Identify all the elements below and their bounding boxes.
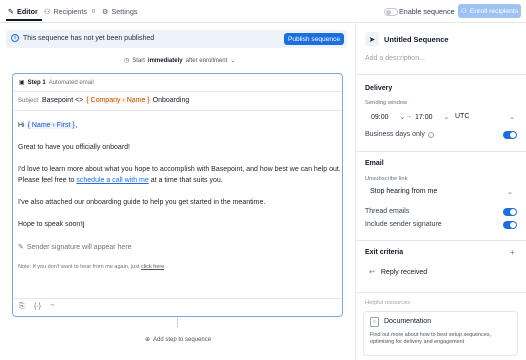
unsubscribe-note: Note: If you don't want to hear from me … (18, 264, 166, 270)
timezone-select[interactable]: UTC ⌄ (455, 113, 517, 121)
enable-sequence-toggle[interactable] (384, 8, 398, 16)
documentation-title: Documentation (384, 318, 432, 325)
signature-placeholder: ✎ Sender signature will appear here (18, 243, 132, 252)
body-line-1: Great to have you officially onboard! (18, 144, 130, 151)
body-line-4: Hope to speak soon! (18, 221, 83, 228)
window-start-select[interactable]: 09:00 ⌄ (371, 113, 405, 121)
thread-emails-toggle[interactable] (503, 208, 517, 216)
send-icon: ➤ (365, 32, 379, 46)
chevron-down-icon: ⌄ (230, 58, 236, 64)
enroll-recipients-button[interactable]: ⚇ Enroll recipients (458, 4, 521, 18)
body-line-2b: Please feel free to schedule a call with… (18, 177, 223, 184)
tag-icon[interactable]: ⌔ (49, 303, 56, 312)
variable-braces-icon[interactable]: {·} (34, 303, 41, 310)
documentation-text-1: Find out more about how to best setup se… (370, 332, 492, 338)
business-days-toggle[interactable] (503, 131, 517, 139)
document-icon: ≡ (370, 317, 379, 327)
add-step-button[interactable]: ⊕ Add step to sequence (145, 336, 211, 344)
tab-editor[interactable]: ✎ Editor (8, 7, 38, 16)
subject-divider (13, 110, 342, 111)
include-signature-toggle[interactable] (503, 221, 517, 229)
recipients-count: 0 (92, 8, 96, 15)
subject-label: Subject (18, 98, 39, 104)
step-connector (177, 318, 178, 328)
enable-sequence-label: Enable sequence (399, 7, 455, 16)
company-name-token[interactable]: { Company › Name } (85, 97, 151, 104)
tab-settings[interactable]: ⚙ Settings (102, 7, 137, 16)
info-icon: i (11, 34, 19, 42)
body-line-2a: I'd love to learn more about what you ho… (18, 166, 341, 173)
sidebar-divider (355, 22, 356, 360)
body-line-3: I've also attached our onboarding guide … (18, 199, 266, 206)
click-here-link[interactable]: click here (141, 264, 164, 270)
sidebar-divider-2 (356, 151, 526, 152)
range-arrow-icon: → (405, 113, 412, 120)
sidebar-divider-4 (356, 292, 526, 293)
sidebar-divider-1 (356, 74, 526, 75)
include-signature-label: Include sender signature (365, 221, 442, 228)
clock-icon: ◷ (124, 58, 130, 64)
sidebar-divider-3 (356, 240, 526, 241)
gear-icon: ⚙ (102, 7, 109, 16)
sequence-title[interactable]: Untitled Sequence (384, 35, 448, 44)
signature-pen-icon: ✎ (18, 244, 24, 251)
active-tab-underline (6, 19, 42, 21)
users-icon: ⚇ (44, 7, 51, 16)
pencil-icon: ✎ (8, 7, 15, 16)
window-end-select[interactable]: 17:00 ⌄ (415, 113, 449, 121)
first-name-token[interactable]: { Name › First } (26, 122, 76, 129)
chevron-down-icon: ⌄ (443, 114, 450, 121)
toolbar-divider (13, 298, 342, 299)
unsubscribe-label: Unsubscribe link (365, 176, 408, 182)
exit-criteria-title: Exit criteria (365, 249, 404, 256)
top-divider (0, 22, 526, 23)
user-plus-icon: ⚇ (460, 8, 467, 15)
helpful-resources-label: Helpful resources (365, 300, 411, 306)
plus-circle-icon: ⊕ (145, 337, 151, 343)
attachment-icon[interactable]: ⎘ (19, 303, 25, 311)
documentation-text-2: optimising for delivery and engagement (370, 339, 465, 345)
description-input[interactable]: Add a description... (365, 55, 425, 62)
schedule-call-link[interactable]: schedule a call with me (76, 177, 148, 184)
banner-text: This sequence has not yet been published (23, 35, 155, 42)
step-header: ▣ Step 1 Automated email (19, 79, 94, 87)
reply-icon: ↩ (369, 269, 375, 276)
tab-recipients[interactable]: ⚇ Recipients 0 (44, 7, 95, 16)
email-title: Email (365, 160, 384, 167)
unsubscribe-select[interactable]: Stop hearing from me ⌄ (370, 188, 517, 196)
business-days-row: Business days only i (365, 131, 434, 138)
step-header-divider (13, 91, 342, 92)
chevron-down-icon: ⌄ (509, 114, 515, 121)
exit-criteria-item[interactable]: ↩ Reply received (369, 268, 427, 277)
sending-window-label: Sending window (365, 100, 408, 106)
start-timing[interactable]: ◷ Start immediately after enrollment ⌄ (124, 57, 236, 65)
thread-emails-label: Thread emails (365, 208, 410, 215)
publish-sequence-button[interactable]: Publish sequence (284, 33, 344, 45)
greeting-line: Hi { Name › First }, (18, 122, 78, 129)
add-exit-criteria-icon[interactable]: + (510, 248, 515, 257)
robot-icon: ▣ (19, 80, 25, 86)
delivery-title: Delivery (365, 85, 393, 92)
text-cursor-icon: I (82, 220, 85, 230)
chevron-down-icon: ⌄ (507, 189, 513, 196)
info-icon: i (427, 131, 434, 138)
subject-field[interactable]: Basepoint <> { Company › Name } Onboardi… (42, 97, 189, 104)
